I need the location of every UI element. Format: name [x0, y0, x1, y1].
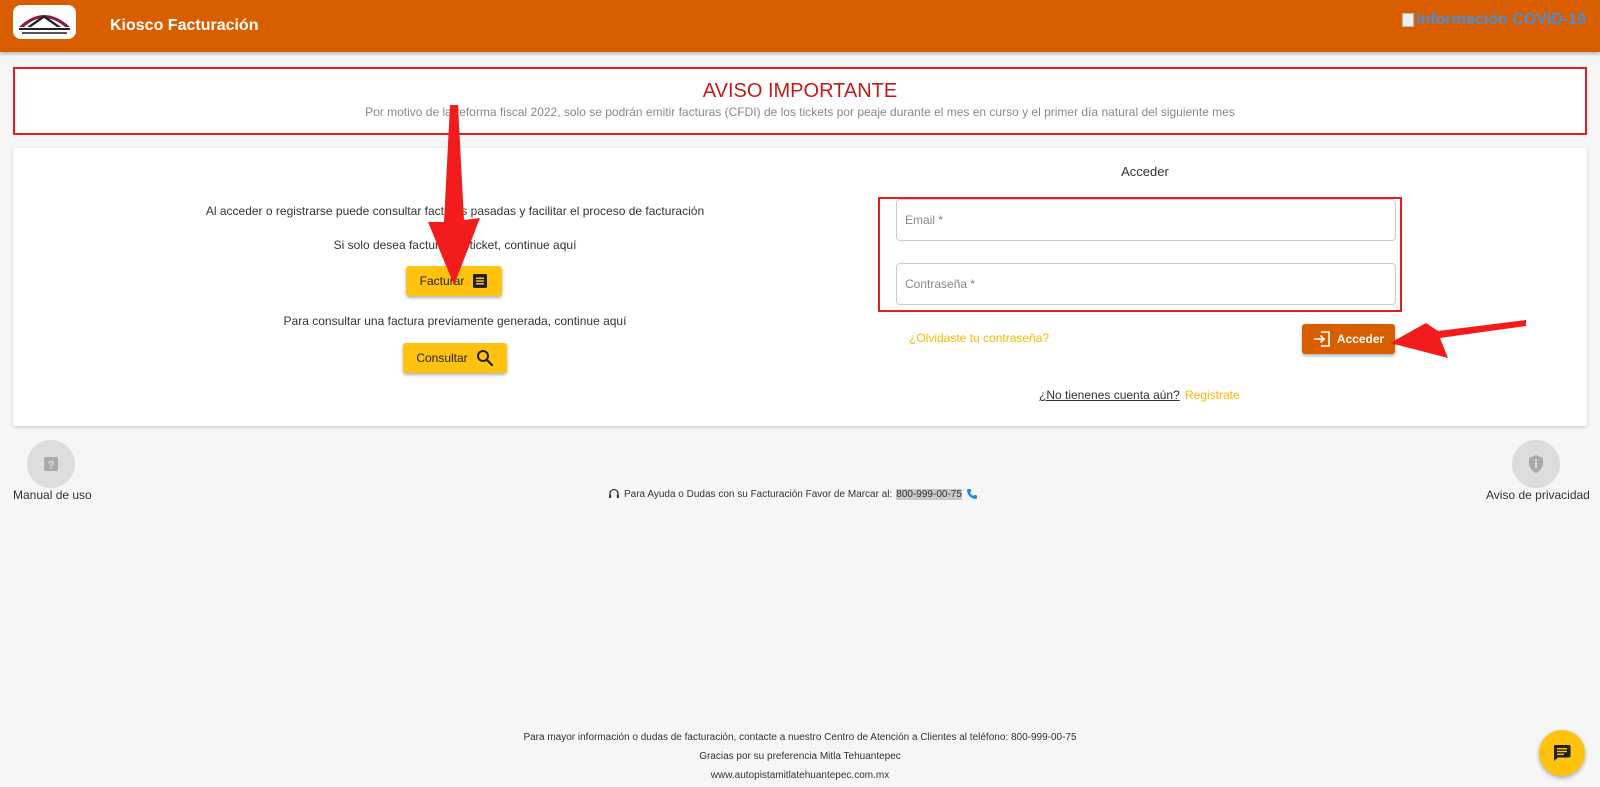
manual-button[interactable]: ?	[27, 440, 75, 488]
email-field[interactable]	[896, 199, 1396, 241]
chat-button[interactable]	[1539, 730, 1585, 776]
svg-text:?: ?	[48, 460, 55, 472]
footer-contact: Para mayor información o dudas de factur…	[523, 732, 1077, 743]
login-title: Acceder	[1121, 164, 1169, 179]
invoice-button[interactable]: Facturar	[406, 266, 502, 296]
receipt-icon	[473, 274, 488, 288]
manual-label[interactable]: Manual de uso	[13, 488, 92, 502]
help-icon: ?	[44, 457, 58, 472]
notice-title: AVISO IMPORTANTE	[702, 80, 898, 102]
privacy-button[interactable]	[1512, 440, 1560, 488]
footer-website[interactable]: www.autopistamitlatehuantepec.com.mx	[0, 770, 1600, 781]
notice-text: Por motivo de la reforma fiscal 2022, so…	[365, 105, 1235, 119]
headset-icon	[609, 488, 619, 498]
invoice-prompt: Si solo desea facturar un ticket, contin…	[333, 238, 577, 252]
login-button-label: Acceder	[1336, 332, 1385, 346]
covid-info-text: Información COVID-19	[1416, 11, 1586, 28]
password-field[interactable]	[896, 263, 1396, 305]
footer-thanks: Gracias por su preferencia Mitla Tehuant…	[699, 751, 901, 762]
consult-button[interactable]: Consultar	[403, 343, 507, 373]
brand-logo[interactable]	[13, 5, 76, 39]
app-title: Kiosco Facturación	[110, 17, 259, 34]
forgot-password-link[interactable]: ¿Olvidaste tu contraseña?	[909, 331, 1049, 345]
help-line: Para Ayuda o Dudas con su Facturación Fa…	[608, 488, 978, 500]
login-button[interactable]: Acceder	[1302, 324, 1395, 354]
shield-icon	[1529, 455, 1543, 473]
important-notice: AVISO IMPORTANTE Por motivo de la reform…	[13, 67, 1587, 135]
chat-icon	[1554, 745, 1571, 761]
help-phone[interactable]: 800-999-00-75	[896, 488, 962, 500]
login-icon	[1313, 331, 1330, 347]
intro-text: Al acceder o registrarse puede consultar…	[205, 204, 705, 218]
consult-button-label: Consultar	[416, 351, 468, 365]
app-header: Kiosco Facturación Información COVID-19	[0, 0, 1600, 52]
password-input[interactable]	[897, 264, 1395, 304]
register-link[interactable]: Registrate	[1185, 388, 1240, 402]
no-account-link[interactable]: ¿No tienenes cuenta aún?	[1039, 388, 1180, 402]
covid-info-link[interactable]: Información COVID-19	[1402, 11, 1586, 29]
consult-prompt: Para consultar una factura previamente g…	[283, 314, 627, 328]
invoice-button-label: Facturar	[419, 274, 465, 288]
help-text: Para Ayuda o Dudas con su Facturación Fa…	[624, 488, 893, 500]
search-icon	[476, 350, 493, 367]
broken-image-icon	[1402, 13, 1415, 27]
phone-icon[interactable]	[966, 488, 978, 500]
email-input[interactable]	[897, 200, 1395, 240]
privacy-label[interactable]: Aviso de privacidad	[1486, 488, 1590, 502]
